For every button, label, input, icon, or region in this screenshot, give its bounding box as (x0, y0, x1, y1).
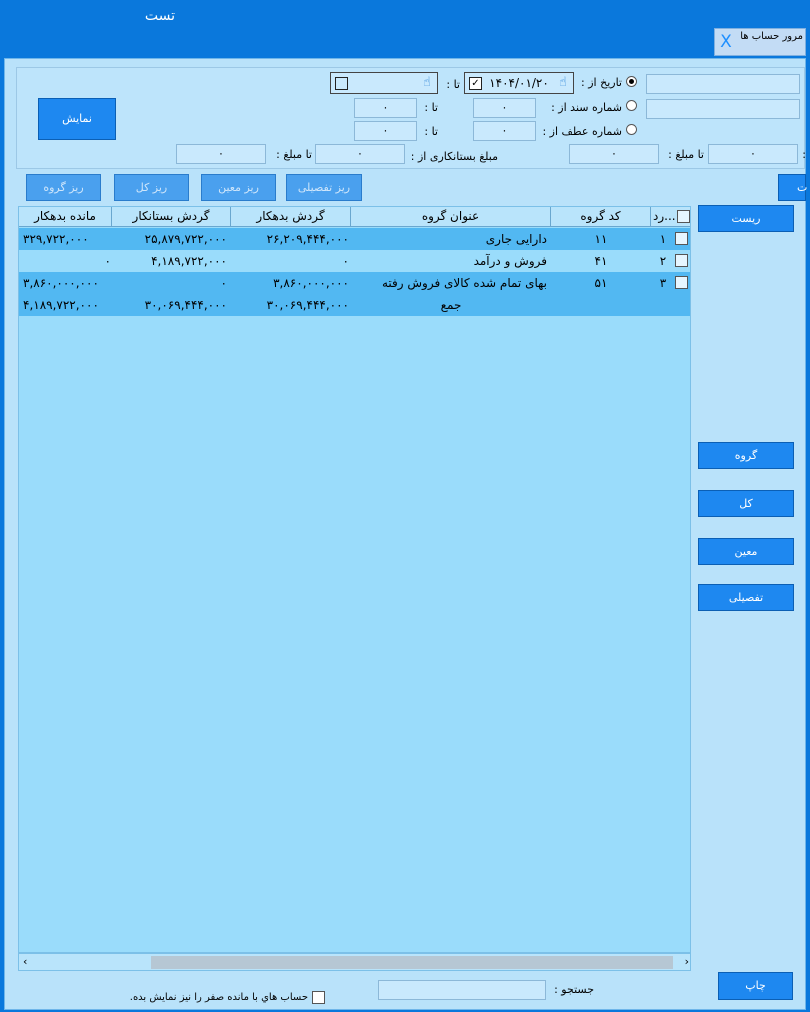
date-from-label: تاریخ از : (581, 76, 622, 89)
tab-account-review[interactable]: X مرور حساب ها (714, 28, 806, 56)
debtor-amount-label: : (802, 148, 806, 161)
row-checkbox[interactable] (675, 254, 688, 267)
header-title[interactable]: عنوان گروه (351, 207, 551, 227)
cell-balance: ۰ (104, 254, 111, 268)
select-all-checkbox[interactable] (677, 210, 690, 223)
total-credit: ۳۰,۰۶۹,۴۴۴,۰۰۰ (144, 298, 227, 312)
doc-number-label: شماره سند از : (551, 101, 622, 114)
sub-moein-button[interactable]: ریز معین (201, 174, 276, 201)
cell-credit: ۴,۱۸۹,۷۲۲,۰۰۰ (151, 254, 227, 268)
table-row[interactable]: ۰ ۴,۱۸۹,۷۲۲,۰۰۰ ۰ فروش و درآمد ۴۱ ۲ (19, 250, 690, 272)
cell-title: دارایی جاری (485, 232, 547, 246)
doc-number-from-input[interactable]: ۰ (473, 98, 536, 118)
account-from-input[interactable] (646, 74, 800, 94)
tab-label: مرور حساب ها (740, 31, 803, 42)
creditor-to-amount-label: تا مبلغ : (276, 148, 312, 161)
scroll-right-icon[interactable]: › (677, 954, 689, 970)
account-to-input[interactable] (646, 99, 800, 119)
total-balance: ۴,۱۸۹,۷۲۲,۰۰۰ (23, 298, 99, 312)
date-to-picker[interactable]: ☝ (330, 72, 438, 94)
header-balance[interactable]: مانده بدهکار (19, 207, 112, 227)
debtor-amount-from-input[interactable]: ۰ (708, 144, 798, 164)
doc-number-to-label: تا : (424, 101, 438, 114)
calendar-pointer-icon[interactable]: ☝ (419, 73, 435, 93)
cell-code: ۴۱ (594, 254, 608, 268)
total-row: ۴,۱۸۹,۷۲۲,۰۰۰ ۳۰,۰۶۹,۴۴۴,۰۰۰ ۳۰,۰۶۹,۴۴۴,… (19, 294, 690, 316)
cell-balance: ۳۲۹,۷۲۲,۰۰۰ (23, 232, 89, 246)
sub-tafsili-button[interactable]: ریز تفصیلی (286, 174, 362, 201)
date-to-label: تا : (446, 78, 460, 91)
cell-row: ۳ (659, 276, 667, 290)
sub-kol-button[interactable]: ریز کل (114, 174, 189, 201)
tafsili-button[interactable]: تفصیلی (698, 584, 794, 611)
zero-balance-checkbox[interactable] (312, 991, 325, 1004)
table-row[interactable]: ۳۲۹,۷۲۲,۰۰۰ ۲۵,۸۷۹,۷۲۲,۰۰۰ ۲۶,۲۰۹,۴۴۴,۰۰… (19, 228, 690, 250)
header-debit[interactable]: گردش بدهکار (231, 207, 351, 227)
cell-row: ۲ (659, 254, 667, 268)
atf-number-to-input[interactable]: ۰ (354, 121, 417, 141)
creditor-amount-to-input[interactable]: ۰ (176, 144, 266, 164)
debtor-to-amount-label: تا مبلغ : (668, 148, 704, 161)
show-button[interactable]: نمایش (38, 98, 116, 140)
doc-number-to-input[interactable]: ۰ (354, 98, 417, 118)
atf-number-to-label: تا : (424, 125, 438, 138)
cell-debit: ۰ (342, 254, 349, 268)
scroll-thumb[interactable] (151, 956, 673, 969)
cell-debit: ۳,۸۶۰,۰۰۰,۰۰۰ (273, 276, 349, 290)
row-checkbox[interactable] (675, 276, 688, 289)
group-button[interactable]: گروه (698, 442, 794, 469)
moein-button[interactable]: معین (698, 538, 794, 565)
total-debit: ۳۰,۰۶۹,۴۴۴,۰۰۰ (266, 298, 349, 312)
search-label: جستجو : (554, 983, 594, 996)
close-icon[interactable]: X (717, 32, 735, 52)
date-to-checkbox[interactable] (335, 77, 348, 90)
scroll-left-icon[interactable]: ‹ (23, 954, 35, 970)
calendar-pointer-icon[interactable]: ☝ (555, 73, 571, 93)
cell-code: ۱۱ (594, 232, 608, 246)
atf-number-from-input[interactable]: ۰ (473, 121, 536, 141)
edge-button[interactable]: ت (778, 174, 807, 201)
atf-number-label: شماره عطف از : (542, 125, 622, 138)
accounts-grid[interactable]: مانده بدهکار گردش بستانکار گردش بدهکار ع… (18, 206, 691, 953)
atf-number-radio[interactable] (626, 124, 637, 135)
search-input[interactable] (378, 980, 546, 1000)
date-radio[interactable] (626, 76, 637, 87)
header-credit[interactable]: گردش بستانکار (112, 207, 231, 227)
cell-code: ۵۱ (594, 276, 608, 290)
creditor-amount-from-input[interactable]: ۰ (315, 144, 405, 164)
cell-credit: ۰ (220, 276, 227, 290)
cell-balance: ۳,۸۶۰,۰۰۰,۰۰۰ (23, 276, 99, 290)
sub-group-button[interactable]: ریز گروه (26, 174, 101, 201)
debtor-amount-to-input[interactable]: ۰ (569, 144, 659, 164)
window-title: تست (144, 8, 176, 24)
header-code[interactable]: کد گروه (551, 207, 651, 227)
doc-number-radio[interactable] (626, 100, 637, 111)
horizontal-scrollbar[interactable]: ‹ › (18, 953, 691, 971)
zero-balance-label: حساب هاي با مانده صفر را نيز نمايش بده. (129, 992, 308, 1003)
date-from-value: ۱۴۰۴/۰۱/۲۰ (489, 76, 549, 90)
cell-title: بهای تمام شده کالای فروش رفته (382, 276, 547, 290)
cell-row: ۱ (659, 232, 667, 246)
cell-credit: ۲۵,۸۷۹,۷۲۲,۰۰۰ (144, 232, 227, 246)
reset-button[interactable]: ریست (698, 205, 794, 232)
header-row-label: رد... (653, 209, 676, 223)
table-row[interactable]: ۳,۸۶۰,۰۰۰,۰۰۰ ۰ ۳,۸۶۰,۰۰۰,۰۰۰ بهای تمام … (19, 272, 690, 294)
print-button[interactable]: چاپ (718, 972, 793, 1000)
cell-title: فروش و درآمد (473, 254, 547, 268)
row-checkbox[interactable] (675, 232, 688, 245)
date-from-picker[interactable]: ✓ ۱۴۰۴/۰۱/۲۰ ☝ (464, 72, 574, 94)
kol-button[interactable]: کل (698, 490, 794, 517)
creditor-amount-label: مبلغ بستانکاری از : (410, 150, 498, 163)
total-title: جمع (440, 298, 462, 312)
date-enabled-checkbox[interactable]: ✓ (469, 77, 482, 90)
cell-debit: ۲۶,۲۰۹,۴۴۴,۰۰۰ (266, 232, 349, 246)
